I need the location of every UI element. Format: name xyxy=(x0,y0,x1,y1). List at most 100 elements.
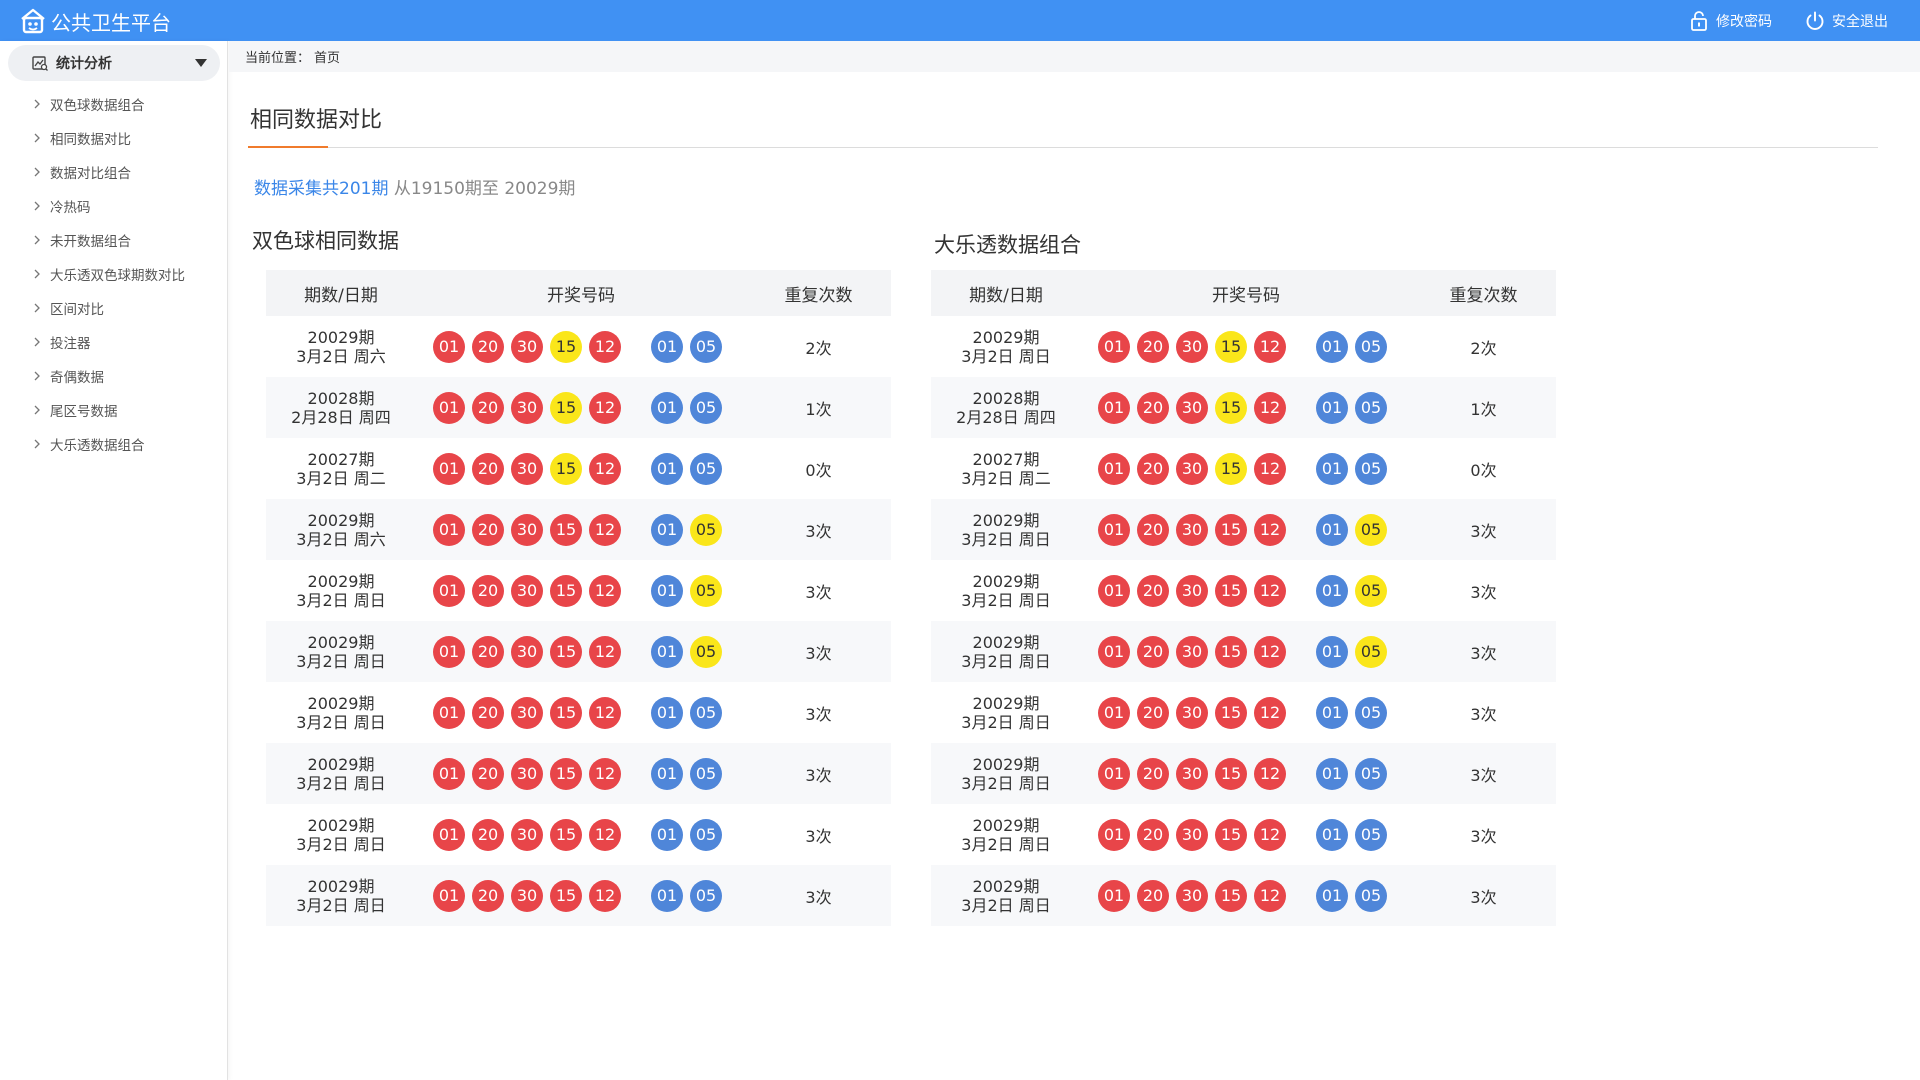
period-date-cell: 20029期 3月2日 周日 xyxy=(931,328,1081,366)
back-ball: 05 xyxy=(1355,635,1387,668)
period-label: 20028期 xyxy=(972,388,1040,408)
date-label: 3月2日 周日 xyxy=(296,895,386,915)
back-ball: 01 xyxy=(1316,879,1348,912)
repeat-count: 3次 xyxy=(805,643,832,663)
balls-cell: 01 20 30 15 12 01 05 xyxy=(1081,330,1411,363)
back-ball: 01 xyxy=(651,696,683,729)
balls-group: 01 20 30 15 12 01 05 xyxy=(433,513,729,546)
breadcrumb-current[interactable]: 首页 xyxy=(314,47,340,66)
back-ball: 05 xyxy=(690,391,722,424)
chevron-right-icon xyxy=(32,405,42,415)
period-label: 20029期 xyxy=(972,693,1040,713)
repeat-count: 3次 xyxy=(1470,887,1497,907)
change-password-button[interactable]: 修改密码 xyxy=(1688,10,1772,32)
front-ball: 20 xyxy=(472,391,504,424)
period-label: 20029期 xyxy=(972,754,1040,774)
sidebar-item-label: 大乐透数据组合 xyxy=(50,438,145,454)
sidebar-item-data-compare-combo[interactable]: 数据对比组合 xyxy=(0,155,228,189)
front-ball: 01 xyxy=(1098,818,1130,851)
sidebar-item-range-compare[interactable]: 区间对比 xyxy=(0,291,228,325)
back-ball: 05 xyxy=(690,879,722,912)
balls-group: 01 20 30 15 12 01 05 xyxy=(433,452,729,485)
breadcrumb-label: 当前位置： xyxy=(245,51,311,66)
front-ball: 12 xyxy=(1254,818,1286,851)
front-ball: 20 xyxy=(1137,696,1169,729)
table-row: 20028期 2月28日 周四 01 20 30 15 12 01 05 1次 xyxy=(266,377,891,438)
sidebar-item-undrawn-combo[interactable]: 未开数据组合 xyxy=(0,223,228,257)
front-ball: 01 xyxy=(433,757,465,790)
table-row: 20029期 3月2日 周日 01 20 30 15 12 01 05 3次 xyxy=(931,499,1556,560)
period-date-cell: 20029期 3月2日 周日 xyxy=(266,816,416,854)
front-ball: 30 xyxy=(511,513,543,546)
back-ball: 01 xyxy=(1316,696,1348,729)
date-label: 3月2日 周日 xyxy=(961,346,1051,366)
header-count: 重复次数 xyxy=(1449,285,1518,306)
date-label: 3月2日 周日 xyxy=(961,773,1051,793)
sidebar-group-statistics[interactable]: 统计分析 xyxy=(8,45,220,81)
chevron-right-icon xyxy=(32,371,42,381)
sidebar-item-bet-tool[interactable]: 投注器 xyxy=(0,325,228,359)
balls-cell: 01 20 30 15 12 01 05 xyxy=(416,391,746,424)
front-ball: 12 xyxy=(1254,391,1286,424)
front-ball: 15 xyxy=(550,330,582,363)
table-row: 20029期 3月2日 周日 01 20 30 15 12 01 05 2次 xyxy=(931,316,1556,377)
front-ball: 20 xyxy=(472,818,504,851)
repeat-count: 3次 xyxy=(1470,643,1497,663)
table-row: 20029期 3月2日 周日 01 20 30 15 12 01 05 3次 xyxy=(931,804,1556,865)
sidebar-item-dlt-combo[interactable]: 大乐透数据组合 xyxy=(0,427,228,461)
back-ball: 05 xyxy=(1355,330,1387,363)
logout-button[interactable]: 安全退出 xyxy=(1804,10,1888,32)
front-ball: 20 xyxy=(1137,635,1169,668)
balls-cell: 01 20 30 15 12 01 05 xyxy=(416,330,746,363)
back-ball: 01 xyxy=(1316,574,1348,607)
sidebar-item-dlt-ssq-period-compare[interactable]: 大乐透双色球期数对比 xyxy=(0,257,228,291)
sidebar-item-tail-number[interactable]: 尾区号数据 xyxy=(0,393,228,427)
title-divider xyxy=(248,147,1878,148)
back-ball: 05 xyxy=(690,696,722,729)
balls-cell: 01 20 30 15 12 01 05 xyxy=(1081,818,1411,851)
front-ball: 01 xyxy=(1098,879,1130,912)
front-ball: 15 xyxy=(550,574,582,607)
balls-cell: 01 20 30 15 12 01 05 xyxy=(416,879,746,912)
header-count: 重复次数 xyxy=(784,285,853,306)
summary-line: 数据采集共201期 从19150期至 20029期 xyxy=(254,174,575,199)
date-label: 3月2日 周日 xyxy=(961,590,1051,610)
period-date-cell: 20029期 3月2日 周日 xyxy=(931,694,1081,732)
front-ball: 20 xyxy=(1137,391,1169,424)
sidebar-item-odd-even[interactable]: 奇偶数据 xyxy=(0,359,228,393)
back-ball: 05 xyxy=(690,574,722,607)
balls-group: 01 20 30 15 12 01 05 xyxy=(1098,635,1394,668)
table-row: 20029期 3月2日 周日 01 20 30 15 12 01 05 3次 xyxy=(266,682,891,743)
chevron-right-icon xyxy=(32,133,42,143)
date-label: 2月28日 周四 xyxy=(291,407,391,427)
back-ball: 05 xyxy=(690,757,722,790)
balls-cell: 01 20 30 15 12 01 05 xyxy=(1081,757,1411,790)
sidebar-item-same-data-compare[interactable]: 相同数据对比 xyxy=(0,121,228,155)
sidebar-item-hot-cold[interactable]: 冷热码 xyxy=(0,189,228,223)
front-ball: 20 xyxy=(1137,818,1169,851)
front-ball: 12 xyxy=(1254,635,1286,668)
front-ball: 12 xyxy=(1254,513,1286,546)
front-ball: 20 xyxy=(472,574,504,607)
front-ball: 15 xyxy=(1215,818,1247,851)
date-label: 3月2日 周日 xyxy=(961,834,1051,854)
table-body: 20029期 3月2日 周日 01 20 30 15 12 01 05 2次 20028期 2月28日… xyxy=(931,316,1556,926)
balls-group: 01 20 30 15 12 01 05 xyxy=(1098,757,1394,790)
repeat-count: 3次 xyxy=(1470,765,1497,785)
summary-highlight: 数据采集共201期 xyxy=(254,179,389,199)
front-ball: 20 xyxy=(472,513,504,546)
date-label: 3月2日 周日 xyxy=(961,712,1051,732)
balls-group: 01 20 30 15 12 01 05 xyxy=(1098,330,1394,363)
back-ball: 01 xyxy=(1316,513,1348,546)
balls-cell: 01 20 30 15 12 01 05 xyxy=(1081,391,1411,424)
balls-cell: 01 20 30 15 12 01 05 xyxy=(1081,696,1411,729)
balls-cell: 01 20 30 15 12 01 05 xyxy=(1081,879,1411,912)
front-ball: 01 xyxy=(1098,635,1130,668)
front-ball: 15 xyxy=(550,818,582,851)
sidebar-item-ssq-combo[interactable]: 双色球数据组合 xyxy=(0,87,228,121)
brand[interactable]: 公共卫生平台 xyxy=(19,7,171,35)
back-ball: 01 xyxy=(1316,452,1348,485)
front-ball: 12 xyxy=(1254,757,1286,790)
ssq-same-data-table: 期数/日期 开奖号码 重复次数 20029期 3月2日 周六 01 20 30 15 12 0… xyxy=(266,270,891,926)
front-ball: 15 xyxy=(1215,391,1247,424)
